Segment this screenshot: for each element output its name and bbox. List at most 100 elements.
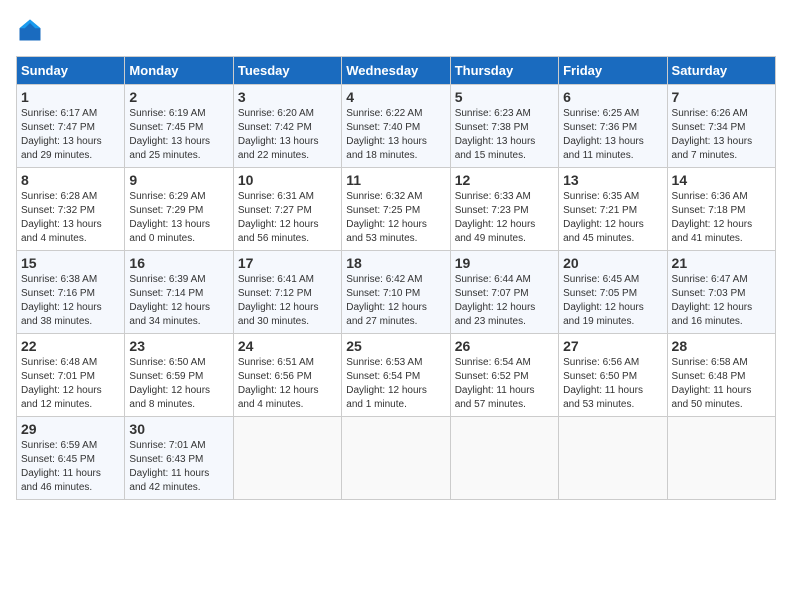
cell-info: Sunrise: 6:20 AM Sunset: 7:42 PM Dayligh… xyxy=(238,107,337,163)
cell-info: Sunrise: 6:47 AM Sunset: 7:03 PM Dayligh… xyxy=(672,273,771,329)
day-number: 21 xyxy=(672,255,771,271)
calendar-cell: 14Sunrise: 6:36 AM Sunset: 7:18 PM Dayli… xyxy=(667,168,775,251)
calendar-cell: 24Sunrise: 6:51 AM Sunset: 6:56 PM Dayli… xyxy=(233,334,341,417)
day-number: 15 xyxy=(21,255,120,271)
day-number: 18 xyxy=(346,255,445,271)
cell-info: Sunrise: 6:41 AM Sunset: 7:12 PM Dayligh… xyxy=(238,273,337,329)
calendar-cell: 20 Sunrise: 6:45 AM Sunset: 7:05 PM Dayli… xyxy=(559,251,667,334)
weekday-header-row: SundayMondayTuesdayWednesdayThursdayFrid… xyxy=(17,57,776,85)
day-number: 6 xyxy=(563,89,662,105)
calendar-cell: 26Sunrise: 6:54 AM Sunset: 6:52 PM Dayli… xyxy=(450,334,558,417)
cell-info: Sunrise: 6:54 AM Sunset: 6:52 PM Dayligh… xyxy=(455,356,554,412)
day-number: 17 xyxy=(238,255,337,271)
cell-info: Sunrise: 6:39 AM Sunset: 7:14 PM Dayligh… xyxy=(129,273,228,329)
calendar-week-row: 8 Sunrise: 6:28 AM Sunset: 7:32 PM Daylig… xyxy=(17,168,776,251)
cell-info: Sunrise: 6:45 AM Sunset: 7:05 PM Dayligh… xyxy=(563,273,662,329)
calendar-cell: 8 Sunrise: 6:28 AM Sunset: 7:32 PM Daylig… xyxy=(17,168,125,251)
calendar-week-row: 15 Sunrise: 6:38 AM Sunset: 7:16 PM Dayli… xyxy=(17,251,776,334)
day-number: 23 xyxy=(129,338,228,354)
day-number: 3 xyxy=(238,89,337,105)
day-number: 20 xyxy=(563,255,662,271)
calendar-cell: 28 Sunrise: 6:58 AM Sunset: 6:48 PM Dayli… xyxy=(667,334,775,417)
day-number: 28 xyxy=(672,338,771,354)
calendar-cell: 18 Sunrise: 6:42 AM Sunset: 7:10 PM Dayli… xyxy=(342,251,450,334)
calendar-table: SundayMondayTuesdayWednesdayThursdayFrid… xyxy=(16,56,776,500)
cell-info: Sunrise: 6:25 AM Sunset: 7:36 PM Dayligh… xyxy=(563,107,662,163)
cell-info: Sunrise: 6:23 AM Sunset: 7:38 PM Dayligh… xyxy=(455,107,554,163)
calendar-cell xyxy=(559,417,667,500)
weekday-header-friday: Friday xyxy=(559,57,667,85)
day-number: 22 xyxy=(21,338,120,354)
cell-info: Sunrise: 6:17 AM Sunset: 7:47 PM Dayligh… xyxy=(21,107,120,163)
calendar-cell xyxy=(667,417,775,500)
calendar-cell: 3 Sunrise: 6:20 AM Sunset: 7:42 PM Daylig… xyxy=(233,85,341,168)
day-number: 5 xyxy=(455,89,554,105)
calendar-cell: 13 Sunrise: 6:35 AM Sunset: 7:21 PM Dayli… xyxy=(559,168,667,251)
calendar-week-row: 22 Sunrise: 6:48 AM Sunset: 7:01 PM Dayli… xyxy=(17,334,776,417)
calendar-cell: 27 Sunrise: 6:56 AM Sunset: 6:50 PM Dayli… xyxy=(559,334,667,417)
cell-info: Sunrise: 6:29 AM Sunset: 7:29 PM Dayligh… xyxy=(129,190,228,246)
calendar-week-row: 29 Sunrise: 6:59 AM Sunset: 6:45 PM Dayli… xyxy=(17,417,776,500)
cell-info: Sunrise: 7:01 AM Sunset: 6:43 PM Dayligh… xyxy=(129,439,228,495)
calendar-cell: 12 Sunrise: 6:33 AM Sunset: 7:23 PM Dayli… xyxy=(450,168,558,251)
day-number: 2 xyxy=(129,89,228,105)
calendar-cell: 1Sunrise: 6:17 AM Sunset: 7:47 PM Daylig… xyxy=(17,85,125,168)
cell-info: Sunrise: 6:26 AM Sunset: 7:34 PM Dayligh… xyxy=(672,107,771,163)
day-number: 30 xyxy=(129,421,228,437)
calendar-cell xyxy=(233,417,341,500)
calendar-cell: 6 Sunrise: 6:25 AM Sunset: 7:36 PM Daylig… xyxy=(559,85,667,168)
day-number: 10 xyxy=(238,172,337,188)
weekday-header-saturday: Saturday xyxy=(667,57,775,85)
page-header xyxy=(16,16,776,44)
calendar-cell: 7Sunrise: 6:26 AM Sunset: 7:34 PM Daylig… xyxy=(667,85,775,168)
calendar-cell: 16 Sunrise: 6:39 AM Sunset: 7:14 PM Dayli… xyxy=(125,251,233,334)
day-number: 27 xyxy=(563,338,662,354)
calendar-cell: 2 Sunrise: 6:19 AM Sunset: 7:45 PM Daylig… xyxy=(125,85,233,168)
cell-info: Sunrise: 6:44 AM Sunset: 7:07 PM Dayligh… xyxy=(455,273,554,329)
cell-info: Sunrise: 6:19 AM Sunset: 7:45 PM Dayligh… xyxy=(129,107,228,163)
logo xyxy=(16,16,48,44)
cell-info: Sunrise: 6:38 AM Sunset: 7:16 PM Dayligh… xyxy=(21,273,120,329)
calendar-cell: 29 Sunrise: 6:59 AM Sunset: 6:45 PM Dayli… xyxy=(17,417,125,500)
calendar-cell: 22 Sunrise: 6:48 AM Sunset: 7:01 PM Dayli… xyxy=(17,334,125,417)
day-number: 14 xyxy=(672,172,771,188)
cell-info: Sunrise: 6:22 AM Sunset: 7:40 PM Dayligh… xyxy=(346,107,445,163)
cell-info: Sunrise: 6:33 AM Sunset: 7:23 PM Dayligh… xyxy=(455,190,554,246)
calendar-cell: 4 Sunrise: 6:22 AM Sunset: 7:40 PM Daylig… xyxy=(342,85,450,168)
day-number: 12 xyxy=(455,172,554,188)
weekday-header-tuesday: Tuesday xyxy=(233,57,341,85)
calendar-cell: 17 Sunrise: 6:41 AM Sunset: 7:12 PM Dayli… xyxy=(233,251,341,334)
cell-info: Sunrise: 6:32 AM Sunset: 7:25 PM Dayligh… xyxy=(346,190,445,246)
calendar-cell: 15 Sunrise: 6:38 AM Sunset: 7:16 PM Dayli… xyxy=(17,251,125,334)
calendar-cell: 19 Sunrise: 6:44 AM Sunset: 7:07 PM Dayli… xyxy=(450,251,558,334)
cell-info: Sunrise: 6:59 AM Sunset: 6:45 PM Dayligh… xyxy=(21,439,120,495)
weekday-header-thursday: Thursday xyxy=(450,57,558,85)
calendar-cell: 30 Sunrise: 7:01 AM Sunset: 6:43 PM Dayli… xyxy=(125,417,233,500)
day-number: 19 xyxy=(455,255,554,271)
day-number: 4 xyxy=(346,89,445,105)
calendar-cell xyxy=(450,417,558,500)
calendar-cell: 11 Sunrise: 6:32 AM Sunset: 7:25 PM Dayli… xyxy=(342,168,450,251)
calendar-cell: 9 Sunrise: 6:29 AM Sunset: 7:29 PM Daylig… xyxy=(125,168,233,251)
cell-info: Sunrise: 6:31 AM Sunset: 7:27 PM Dayligh… xyxy=(238,190,337,246)
day-number: 13 xyxy=(563,172,662,188)
weekday-header-wednesday: Wednesday xyxy=(342,57,450,85)
cell-info: Sunrise: 6:28 AM Sunset: 7:32 PM Dayligh… xyxy=(21,190,120,246)
day-number: 25 xyxy=(346,338,445,354)
calendar-cell xyxy=(342,417,450,500)
day-number: 11 xyxy=(346,172,445,188)
calendar-cell: 21 Sunrise: 6:47 AM Sunset: 7:03 PM Dayli… xyxy=(667,251,775,334)
cell-info: Sunrise: 6:58 AM Sunset: 6:48 PM Dayligh… xyxy=(672,356,771,412)
cell-info: Sunrise: 6:35 AM Sunset: 7:21 PM Dayligh… xyxy=(563,190,662,246)
cell-info: Sunrise: 6:42 AM Sunset: 7:10 PM Dayligh… xyxy=(346,273,445,329)
day-number: 8 xyxy=(21,172,120,188)
cell-info: Sunrise: 6:48 AM Sunset: 7:01 PM Dayligh… xyxy=(21,356,120,412)
logo-icon xyxy=(16,16,44,44)
day-number: 9 xyxy=(129,172,228,188)
cell-info: Sunrise: 6:56 AM Sunset: 6:50 PM Dayligh… xyxy=(563,356,662,412)
day-number: 16 xyxy=(129,255,228,271)
day-number: 29 xyxy=(21,421,120,437)
calendar-cell: 10 Sunrise: 6:31 AM Sunset: 7:27 PM Dayli… xyxy=(233,168,341,251)
calendar-cell: 25Sunrise: 6:53 AM Sunset: 6:54 PM Dayli… xyxy=(342,334,450,417)
calendar-cell: 23Sunrise: 6:50 AM Sunset: 6:59 PM Dayli… xyxy=(125,334,233,417)
